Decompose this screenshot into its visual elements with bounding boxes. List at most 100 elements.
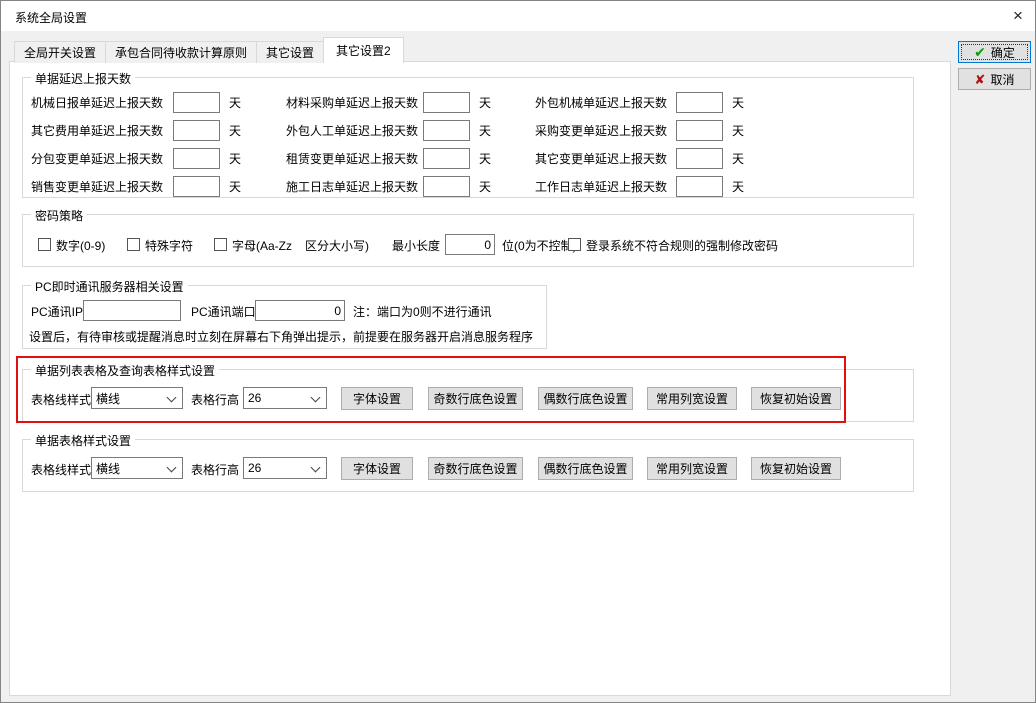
doc-table-style-group: 单据表格样式设置 表格线样式 横线 表格行高 26 字体设置 奇数行底色设置 偶… <box>22 439 914 492</box>
row-height-value: 26 <box>248 461 261 475</box>
delay-input-9[interactable] <box>173 176 220 197</box>
pc-port-label: PC通讯端口 <box>191 303 256 320</box>
delay-cell: 工作日志单延迟上报天数 天 <box>535 176 744 197</box>
ok-button-label: 确定 <box>991 44 1015 61</box>
checkbox-force-password-change-label[interactable]: 登录系统不符合规则的强制修改密码 <box>586 237 778 254</box>
unit-label: 天 <box>732 150 744 167</box>
even-row-color-button[interactable]: 偶数行底色设置 <box>538 457 633 480</box>
checkbox-digits-label[interactable]: 数字(0-9) <box>56 237 105 254</box>
restore-defaults-button[interactable]: 恢复初始设置 <box>751 387 841 410</box>
tab-page: 单据延迟上报天数 机械日报单延迟上报天数 天 材料采购单延迟上报天数 天 外包机… <box>9 61 951 696</box>
case-sensitive-note: 区分大小写) <box>305 237 369 254</box>
delay-cell: 其它变更单延迟上报天数 天 <box>535 148 744 169</box>
delay-label: 外包机械单延迟上报天数 <box>535 94 676 111</box>
unit-label: 天 <box>732 94 744 111</box>
unit-label: 天 <box>229 178 241 195</box>
ok-button[interactable]: ✔ 确定 <box>958 41 1031 63</box>
delay-input-10[interactable] <box>423 176 470 197</box>
line-style-label: 表格线样式 <box>31 461 91 478</box>
list-table-style-group: 单据列表表格及查询表格样式设置 表格线样式 横线 表格行高 26 字体设置 奇数… <box>22 369 914 422</box>
row-height-select[interactable]: 26 <box>243 457 327 479</box>
pc-tip-text: 设置后，有待审核或提醒消息时立刻在屏幕右下角弹出提示，前提要在服务器开启消息服务… <box>29 328 533 345</box>
checkbox-digits[interactable] <box>38 238 51 251</box>
font-settings-button[interactable]: 字体设置 <box>341 387 413 410</box>
line-style-label: 表格线样式 <box>31 391 91 408</box>
delay-label: 工作日志单延迟上报天数 <box>535 178 676 195</box>
delay-cell: 外包人工单延迟上报天数 天 <box>286 120 491 141</box>
cancel-button-label: 取消 <box>990 71 1014 88</box>
restore-defaults-button[interactable]: 恢复初始设置 <box>751 457 841 480</box>
unit-label: 天 <box>732 178 744 195</box>
line-style-select[interactable]: 横线 <box>91 457 183 479</box>
doc-table-style-group-title: 单据表格样式设置 <box>31 432 135 449</box>
tab-contract-receivable[interactable]: 承包合同待收款计算原则 <box>105 41 257 63</box>
delay-input-4[interactable] <box>423 120 470 141</box>
row-height-select[interactable]: 26 <box>243 387 327 409</box>
font-settings-button[interactable]: 字体设置 <box>341 457 413 480</box>
checkbox-force-password-change[interactable] <box>568 238 581 251</box>
window-title: 系统全局设置 <box>15 9 87 26</box>
password-policy-group-title: 密码策略 <box>31 207 87 224</box>
unit-label: 天 <box>479 178 491 195</box>
delay-label: 材料采购单延迟上报天数 <box>286 94 423 111</box>
min-length-label: 最小长度 <box>392 237 440 254</box>
min-length-input[interactable] <box>445 234 495 255</box>
pc-ip-label: PC通讯IP <box>31 303 83 320</box>
line-style-value: 横线 <box>96 390 120 407</box>
checkbox-special-chars-label[interactable]: 特殊字符 <box>145 237 193 254</box>
tab-bar: 全局开关设置 承包合同待收款计算原则 其它设置 其它设置2 <box>14 37 403 63</box>
chevron-down-icon <box>167 463 177 473</box>
tab-global-switch[interactable]: 全局开关设置 <box>14 41 106 63</box>
delay-cell: 其它费用单延迟上报天数 天 <box>31 120 241 141</box>
delay-label: 施工日志单延迟上报天数 <box>286 178 423 195</box>
delay-input-7[interactable] <box>423 148 470 169</box>
password-policy-group: 密码策略 数字(0-9) 特殊字符 字母(Aa-Zz 区分大小写) 最小长度 位… <box>22 214 914 267</box>
chevron-down-icon <box>167 393 177 403</box>
min-length-suffix: 位(0为不控制) <box>502 237 577 254</box>
row-height-value: 26 <box>248 391 261 405</box>
tab-other-settings-2[interactable]: 其它设置2 <box>323 37 404 63</box>
chevron-down-icon <box>311 393 321 403</box>
close-icon: × <box>1013 6 1023 26</box>
unit-label: 天 <box>479 122 491 139</box>
delay-input-6[interactable] <box>173 148 220 169</box>
line-style-select[interactable]: 横线 <box>91 387 183 409</box>
checkbox-letters[interactable] <box>214 238 227 251</box>
list-table-style-group-title: 单据列表表格及查询表格样式设置 <box>31 362 219 379</box>
delay-label: 租赁变更单延迟上报天数 <box>286 150 423 167</box>
delay-input-8[interactable] <box>676 148 723 169</box>
column-width-button[interactable]: 常用列宽设置 <box>647 387 737 410</box>
odd-row-color-button[interactable]: 奇数行底色设置 <box>428 387 523 410</box>
delay-input-1[interactable] <box>423 92 470 113</box>
line-style-value: 横线 <box>96 460 120 477</box>
delay-days-group-title: 单据延迟上报天数 <box>31 70 135 87</box>
delay-label: 销售变更单延迟上报天数 <box>31 178 173 195</box>
odd-row-color-button[interactable]: 奇数行底色设置 <box>428 457 523 480</box>
delay-days-group: 单据延迟上报天数 机械日报单延迟上报天数 天 材料采购单延迟上报天数 天 外包机… <box>22 77 914 198</box>
unit-label: 天 <box>229 94 241 111</box>
delay-label: 其它变更单延迟上报天数 <box>535 150 676 167</box>
delay-input-3[interactable] <box>173 120 220 141</box>
tab-other-settings[interactable]: 其它设置 <box>256 41 324 63</box>
delay-label: 分包变更单延迟上报天数 <box>31 150 173 167</box>
delay-input-0[interactable] <box>173 92 220 113</box>
delay-input-11[interactable] <box>676 176 723 197</box>
unit-label: 天 <box>479 150 491 167</box>
checkbox-letters-label[interactable]: 字母(Aa-Zz <box>232 237 292 254</box>
pc-ip-input[interactable] <box>83 300 181 321</box>
pc-port-input[interactable] <box>255 300 345 321</box>
close-button[interactable]: × <box>1003 3 1033 29</box>
delay-cell: 外包机械单延迟上报天数 天 <box>535 92 744 113</box>
unit-label: 天 <box>479 94 491 111</box>
unit-label: 天 <box>229 150 241 167</box>
unit-label: 天 <box>229 122 241 139</box>
even-row-color-button[interactable]: 偶数行底色设置 <box>538 387 633 410</box>
delay-input-2[interactable] <box>676 92 723 113</box>
checkbox-special-chars[interactable] <box>127 238 140 251</box>
column-width-button[interactable]: 常用列宽设置 <box>647 457 737 480</box>
delay-cell: 租赁变更单延迟上报天数 天 <box>286 148 491 169</box>
unit-label: 天 <box>732 122 744 139</box>
delay-cell: 分包变更单延迟上报天数 天 <box>31 148 241 169</box>
cancel-button[interactable]: ✘ 取消 <box>958 68 1031 90</box>
delay-input-5[interactable] <box>676 120 723 141</box>
